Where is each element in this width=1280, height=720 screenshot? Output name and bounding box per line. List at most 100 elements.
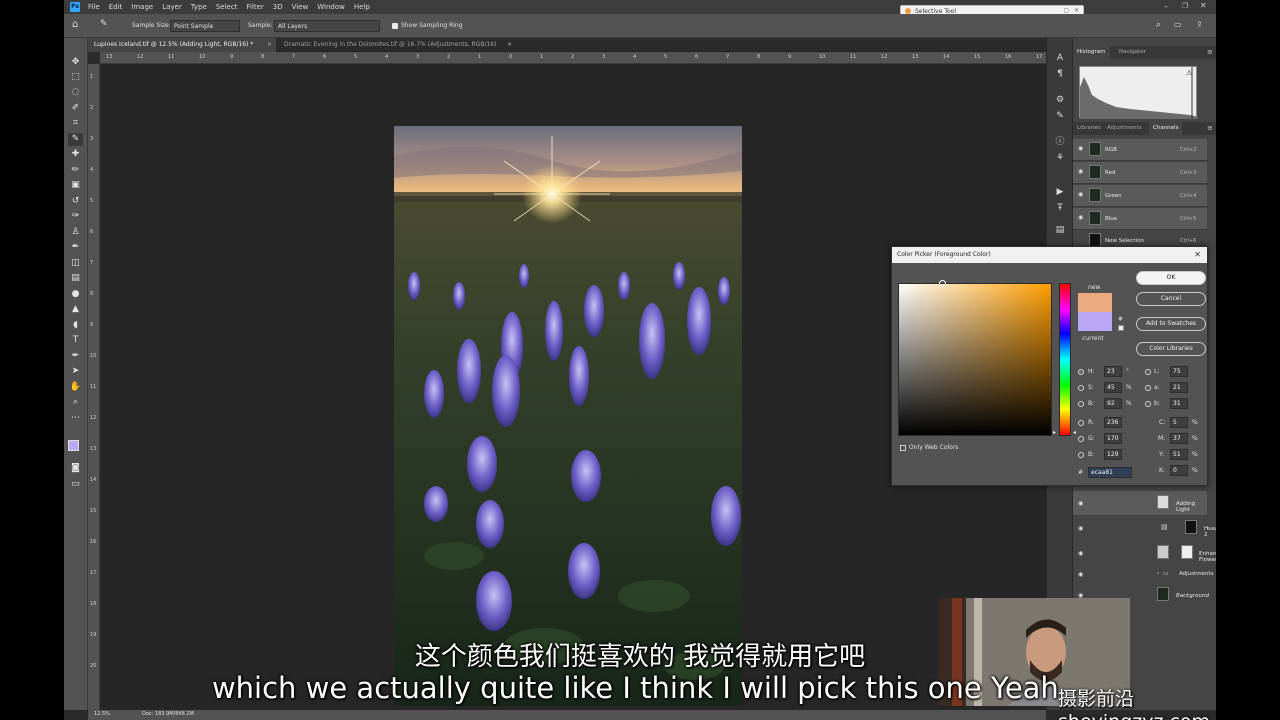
crop-tool-icon[interactable]: ⌗ <box>68 117 83 130</box>
brightness-field[interactable]: 92 <box>1104 398 1122 409</box>
magenta-field[interactable]: 37 <box>1170 433 1188 444</box>
info-panel-icon[interactable]: ⓘ <box>1054 136 1066 148</box>
web-safe-icon[interactable] <box>1118 325 1124 331</box>
lasso-tool-icon[interactable]: ◌ <box>68 86 83 99</box>
layer-group-adjustments[interactable]: ◉ › ▭ Adjustments <box>1073 566 1213 582</box>
visibility-eye-icon[interactable]: ◉ <box>1078 214 1085 221</box>
quick-select-tool-icon[interactable]: ✐ <box>68 102 83 115</box>
add-to-swatches-button[interactable]: Add to Swatches <box>1136 317 1206 331</box>
group-expand-chevron-icon[interactable]: › <box>1157 570 1159 577</box>
color-field[interactable] <box>898 280 1052 436</box>
a-channel-field[interactable]: 21 <box>1170 382 1188 393</box>
visibility-eye-icon[interactable]: ◉ <box>1078 191 1085 198</box>
gradient-tool-icon[interactable]: ▤ <box>68 272 83 285</box>
channel-row-rgb[interactable]: ◉ RGB Ctrl+2 <box>1073 139 1207 161</box>
tab-navigator[interactable]: Navigator <box>1115 46 1150 59</box>
tab-libraries[interactable]: Libraries <box>1073 122 1105 135</box>
b-channel-field[interactable]: 31 <box>1170 398 1188 409</box>
menu-file[interactable]: File <box>88 3 100 11</box>
lupines-photo[interactable] <box>394 126 742 706</box>
green-radio[interactable] <box>1078 436 1084 442</box>
pen-tool-icon[interactable]: ✒ <box>68 350 83 363</box>
window-restore-icon[interactable]: ▢ <box>1063 7 1069 14</box>
panel-menu-icon[interactable]: ≡ <box>1207 48 1213 56</box>
panel-menu-icon[interactable]: ≡ <box>1207 124 1213 132</box>
home-icon[interactable]: ⌂ <box>72 19 78 30</box>
tab-close-icon[interactable]: × <box>507 38 512 52</box>
color-field-cursor[interactable] <box>939 280 946 287</box>
stamp-icon[interactable]: ♙ <box>68 226 83 239</box>
visibility-eye-icon[interactable]: ◉ <box>1078 525 1085 532</box>
black-field[interactable]: 0 <box>1170 465 1188 476</box>
lightness-field[interactable]: 75 <box>1170 366 1188 377</box>
only-web-colors-checkbox[interactable] <box>900 445 906 451</box>
blue-radio[interactable] <box>1078 452 1084 458</box>
visibility-eye-icon[interactable]: ◉ <box>1078 500 1085 507</box>
character-panel-icon[interactable]: A <box>1054 52 1066 64</box>
tab-close-icon[interactable]: × <box>267 38 272 52</box>
paragraph-panel-icon[interactable]: ¶ <box>1054 68 1066 80</box>
menu-filter[interactable]: Filter <box>246 3 263 11</box>
cyan-field[interactable]: 5 <box>1170 417 1188 428</box>
type-tool-icon[interactable]: T <box>68 334 83 347</box>
hue-slider-right-arrow-icon[interactable]: ◂ <box>1073 429 1076 436</box>
visibility-eye-icon[interactable]: ◉ <box>1078 571 1085 578</box>
close-icon[interactable]: ✕ <box>1200 1 1207 10</box>
clone-source-icon[interactable]: ⚘ <box>1054 152 1066 164</box>
visibility-eye-icon[interactable]: ◉ <box>1078 550 1085 557</box>
brush-tool-icon[interactable]: ✏ <box>68 164 83 177</box>
menu-window[interactable]: Window <box>317 3 345 11</box>
brush-settings-icon[interactable]: ✎ <box>1054 110 1066 122</box>
eyedropper-tool-icon[interactable]: ✎ <box>100 19 108 29</box>
sample-size-select[interactable]: Point Sample <box>170 20 240 32</box>
menu-help[interactable]: Help <box>354 3 370 11</box>
properties-panel-icon[interactable]: ⚙ <box>1054 94 1066 106</box>
cancel-button[interactable]: Cancel <box>1136 292 1206 306</box>
path-select-icon[interactable]: ➤ <box>68 365 83 378</box>
art-history-icon[interactable]: ✒ <box>68 241 83 254</box>
menu-view[interactable]: View <box>292 3 309 11</box>
saturation-radio[interactable] <box>1078 385 1084 391</box>
dodge-tool-icon[interactable]: ▲ <box>68 303 83 316</box>
window-close-icon[interactable]: ✕ <box>1074 7 1079 14</box>
hue-slider-left-arrow-icon[interactable]: ▸ <box>1053 429 1056 436</box>
gamut-warning-icon[interactable]: ◈ <box>1118 315 1123 322</box>
channel-row-blue[interactable]: ◉ Blue Ctrl+5 <box>1073 208 1207 230</box>
yellow-field[interactable]: 51 <box>1170 449 1188 460</box>
tab-adjustments[interactable]: Adjustments <box>1103 122 1145 135</box>
hand-tool-icon[interactable]: ✋ <box>68 381 83 394</box>
foreground-color-swatch[interactable] <box>68 440 79 451</box>
show-sampling-ring-checkbox[interactable] <box>392 23 398 29</box>
brightness-radio[interactable] <box>1078 401 1084 407</box>
visibility-eye-icon[interactable]: ◉ <box>1078 168 1085 175</box>
menu-edit[interactable]: Edit <box>109 3 123 11</box>
actions-panel-icon[interactable]: ▶ <box>1054 186 1066 198</box>
glyphs-panel-icon[interactable]: Ŧ <box>1054 202 1066 214</box>
blur-tool-icon[interactable]: ● <box>68 288 83 301</box>
tab-lupines-iceland[interactable]: Lupines Iceland.tif @ 12.5% (Adding Ligh… <box>88 38 276 52</box>
layer-row-enhancing-flowers[interactable]: ◉ Enhancing Flowers <box>1073 541 1216 565</box>
layer-row-hue-saturation[interactable]: ◉ ▤ Hue/Saturation 2 <box>1073 516 1216 540</box>
menu-layer[interactable]: Layer <box>162 3 182 11</box>
history-brush-icon[interactable]: ↺ <box>68 195 83 208</box>
screen-mode-icon[interactable]: ▭ <box>68 478 83 491</box>
channel-row-green[interactable]: ◉ Green Ctrl+4 <box>1073 185 1207 207</box>
more-tools-icon[interactable]: ⋯ <box>68 412 83 425</box>
zoom-tool-icon[interactable]: ⌕ <box>68 396 83 409</box>
blue-field[interactable]: 129 <box>1104 449 1122 460</box>
sample-select[interactable]: All Layers <box>274 20 380 32</box>
lightness-radio[interactable] <box>1145 369 1151 375</box>
marquee-tool-icon[interactable]: ⬚ <box>68 71 83 84</box>
dialog-close-icon[interactable]: ✕ <box>1194 247 1201 263</box>
red-radio[interactable] <box>1078 420 1084 426</box>
move-tool-icon[interactable]: ✥ <box>68 56 83 69</box>
search-icon[interactable]: ⌕ <box>1156 20 1161 30</box>
tab-channels[interactable]: Channels <box>1149 122 1183 135</box>
tab-histogram[interactable]: Histogram <box>1073 46 1110 59</box>
visibility-eye-icon[interactable]: ◉ <box>1078 145 1085 152</box>
clone-stamp-icon[interactable]: ▣ <box>68 179 83 192</box>
quick-mask-icon[interactable]: ◙ <box>68 462 83 475</box>
layer-comps-icon[interactable]: ▤ <box>1054 224 1066 236</box>
burn-tool-icon[interactable]: ◖ <box>68 319 83 332</box>
menu-3d[interactable]: 3D <box>273 3 283 11</box>
